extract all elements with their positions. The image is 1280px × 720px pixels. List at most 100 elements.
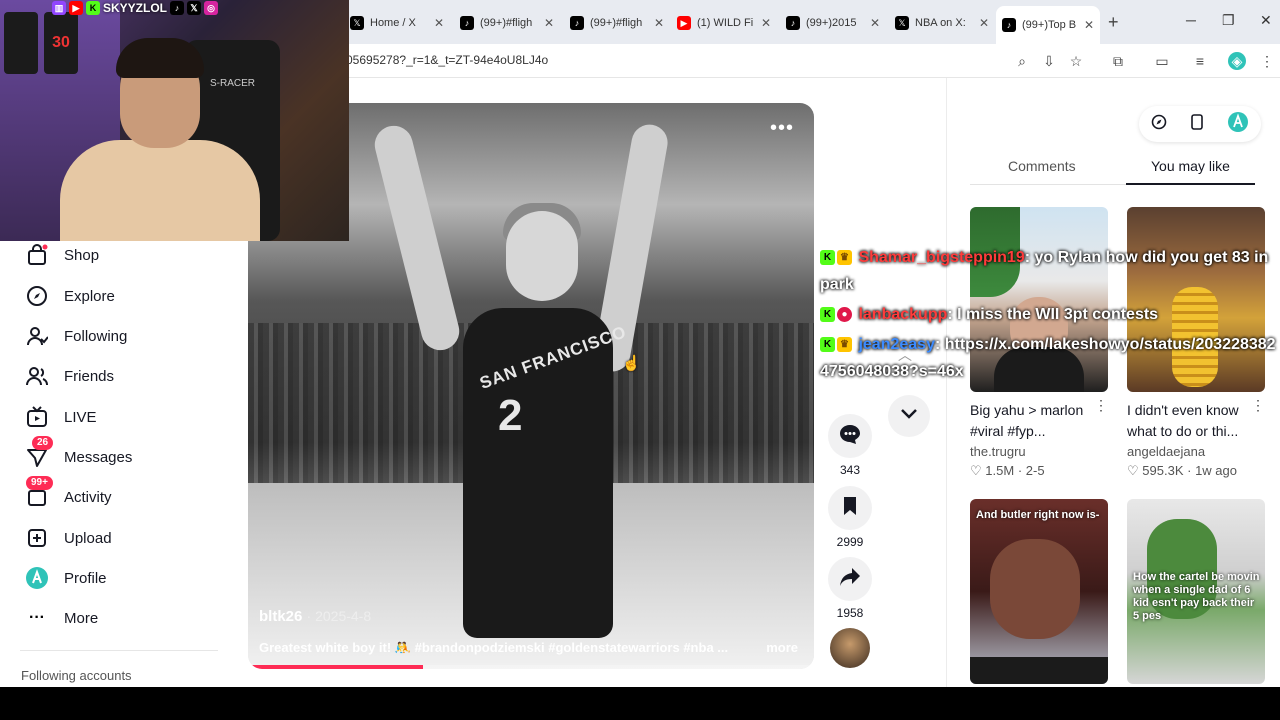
video-thumbnail[interactable]: And butler right now is- [970,499,1108,684]
close-icon[interactable]: ✕ [870,16,880,30]
card-options-icon[interactable]: ⋮ [1251,397,1265,414]
video-options-icon[interactable]: ••• [770,117,794,140]
close-icon[interactable]: ✕ [434,16,444,30]
sidebar-item-label: Explore [64,287,115,305]
sidebar-item-label: Upload [64,529,112,547]
video-progress-bar[interactable] [248,665,814,669]
sidebar-item-friends[interactable]: Friends [24,363,114,389]
sidebar-item-upload[interactable]: Upload [24,525,112,551]
video-progress-fill [248,665,424,669]
sidebar-divider [20,650,218,651]
tiktok-icon: ♪ [170,0,185,15]
caption-more-button[interactable]: more [766,640,798,655]
thumbnail-caption: How the cartel be movin when a single da… [1133,571,1260,622]
card-author[interactable]: angeldaejana [1127,444,1265,459]
profile-avatar-icon[interactable]: ◈ [1228,52,1246,70]
sidebar-item-label: Messages [64,448,133,466]
heart-icon: ♡ [1127,463,1139,478]
stream-chat-overlay: K ♛ Shamar_bigsteppin19: yo Rylan how did… [820,244,1280,385]
thumbnail-scorebar [970,657,1108,684]
shop-bag-icon [24,242,50,268]
tab-label: (99+)#fligh [590,17,643,29]
sidebar-item-more[interactable]: ··· More [24,605,98,631]
browser-tab[interactable]: ▶ (1) WILD Fi ✕ [677,10,777,36]
close-icon[interactable]: ✕ [1084,18,1094,32]
sidebar-item-live[interactable]: LIVE [24,404,97,430]
tab-label: (99+)#fligh [480,17,533,29]
webcam-person-body [60,140,260,241]
save-button[interactable] [828,486,872,530]
chevron-down-icon [900,407,918,425]
browser-menu-icon[interactable]: ⋮ [1258,52,1276,70]
phone-icon[interactable] [1191,113,1203,135]
sidebar-item-explore[interactable]: Explore [24,283,115,309]
card-likes: 1.5M [985,463,1015,478]
share-count: 1958 [836,606,864,620]
share-button[interactable] [828,557,872,601]
install-app-icon[interactable]: ⇩ [1040,52,1058,70]
comment-button[interactable] [828,414,872,458]
sidebar-item-following[interactable]: Following [24,323,127,349]
panel-toolbar [1139,106,1261,142]
browser-tab[interactable]: ♪ (99+)#fligh ✕ [460,10,560,36]
compass-small-icon[interactable] [1151,114,1167,135]
card-meta: ♡ 1.5M · 2-5 [970,463,1045,478]
close-icon[interactable]: ✕ [544,16,554,30]
sidebar-item-activity[interactable]: 99+ Activity [24,476,112,510]
cast-icon[interactable]: ▭ [1153,52,1171,70]
tab-comments[interactable]: Comments [1008,158,1076,174]
new-tab-icon[interactable]: + [1108,12,1119,33]
video-thumbnail[interactable]: How the cartel be movin when a single da… [1127,499,1265,684]
maximize-icon[interactable]: ❐ [1222,12,1235,29]
video-jersey-number: 2 [498,391,523,440]
comment-count: 343 [839,463,861,477]
minimize-icon[interactable]: ─ [1186,12,1196,28]
following-accounts-heading: Following accounts [21,668,132,683]
media-control-icon[interactable]: ≡ [1191,52,1209,70]
bookmark-star-icon[interactable]: ☆ [1067,52,1085,70]
video-player-arm [370,121,464,355]
recommended-video-card[interactable]: And butler right now is- [970,499,1108,684]
thumbnail-figure [990,539,1080,639]
sidebar-item-shop[interactable]: Shop [24,242,99,268]
close-icon[interactable]: ✕ [654,16,664,30]
recommended-video-card[interactable]: How the cartel be movin when a single da… [1127,499,1265,684]
card-date: 1w ago [1195,463,1237,478]
window-close-icon[interactable]: ✕ [1260,12,1272,29]
video-author[interactable]: bltk26 [259,608,302,625]
save-count: 2999 [836,535,864,549]
profile-avatar-icon[interactable] [1227,111,1249,138]
streamer-name: SKYYZLOL [103,0,168,15]
browser-tab-active[interactable]: ♪ (99+)Top B ✕ [996,6,1100,44]
heart-icon: ♡ [970,463,982,478]
close-icon[interactable]: ✕ [979,16,989,30]
sidebar-item-messages[interactable]: 26 Messages [24,436,133,470]
close-icon[interactable]: ✕ [761,16,771,30]
url-field[interactable]: 05695278?_r=1&_t=ZT-94e4oU8LJ4o [346,53,548,67]
card-options-icon[interactable]: ⋮ [1094,397,1108,414]
card-date: 2-5 [1025,463,1045,478]
mouse-cursor-icon: ☝ [622,355,641,372]
card-author[interactable]: the.trugru [970,444,1108,459]
more-dots-icon: ··· [29,609,45,626]
streamer-webcam: 30 S-RACER ▥ ▶ K SKYYZLOL ♪ 𝕏 ◎ [0,0,349,241]
live-tv-icon [24,404,50,430]
sidebar-item-label: Friends [64,367,115,385]
sidebar-item-profile[interactable]: Profile [24,565,107,591]
next-video-button[interactable] [888,395,930,437]
tiktok-icon: ♪ [460,16,474,30]
sound-author-avatar[interactable] [830,628,870,668]
card-title: Big yahu > marlon #viral #fyp... [970,402,1084,439]
webcam-jersey [4,12,38,74]
browser-tab[interactable]: 𝕏 Home / X ✕ [350,10,450,36]
zoom-icon[interactable]: ⌕ [1013,52,1031,70]
webcam-person-hair [116,38,204,78]
extensions-icon[interactable]: ⧉ [1109,52,1127,70]
tab-label: (1) WILD Fi [697,17,754,29]
browser-tab[interactable]: ♪ (99+)2015 ✕ [786,10,886,36]
tab-you-may-like[interactable]: You may like [1151,158,1230,174]
browser-tab[interactable]: 𝕏 NBA on X: ✕ [895,10,995,36]
card-title: I didn't even know what to do or thi... [1127,402,1239,439]
browser-tab[interactable]: ♪ (99+)#fligh ✕ [570,10,670,36]
kick-badge-icon: K [820,307,835,323]
